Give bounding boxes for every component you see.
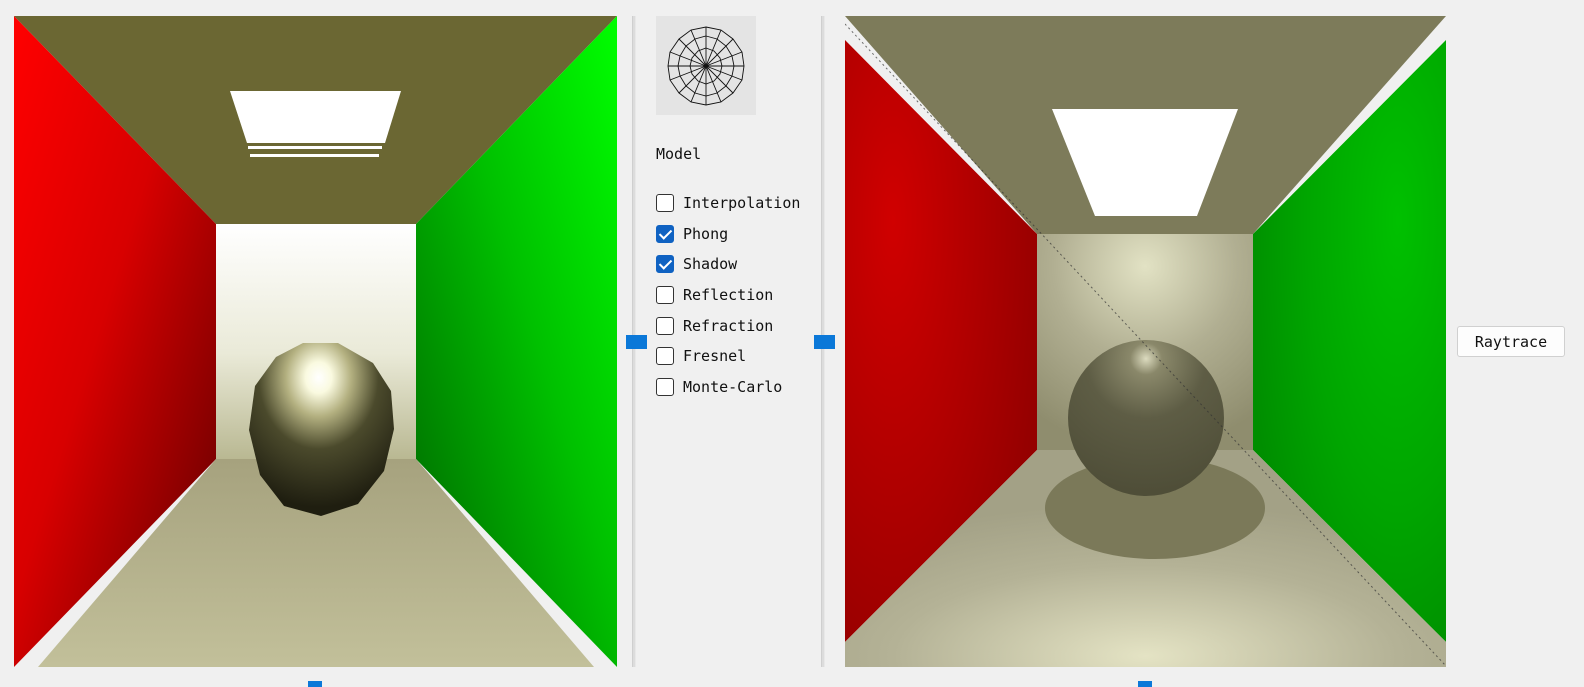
right-viewport-resize-handle[interactable] [1138,681,1152,687]
left-viewport-resize-handle[interactable] [308,681,322,687]
fresnel-checkbox[interactable] [656,347,674,365]
option-interpolation[interactable]: Interpolation [656,192,800,214]
option-fresnel[interactable]: Fresnel [656,345,746,367]
splitter-right-handle[interactable] [814,335,835,349]
refraction-checkbox[interactable] [656,317,674,335]
raytraced-scene [845,16,1446,667]
monte-carlo-checkbox[interactable] [656,378,674,396]
rasterized-viewport[interactable] [14,16,617,667]
sphere-wireframe-icon [667,26,745,106]
monte-carlo-label: Monte-Carlo [683,378,783,396]
option-reflection[interactable]: Reflection [656,284,773,306]
option-monte-carlo[interactable]: Monte-Carlo [656,376,782,398]
interpolation-checkbox[interactable] [656,194,674,212]
option-phong[interactable]: Phong [656,223,728,245]
raytrace-button[interactable]: Raytrace [1457,326,1565,357]
rasterized-scene [14,16,617,667]
splitter-left-handle[interactable] [626,335,647,349]
phong-checkbox[interactable] [656,225,674,243]
fresnel-label: Fresnel [683,347,747,365]
reflection-checkbox[interactable] [656,286,674,304]
option-shadow[interactable]: Shadow [656,253,737,275]
model-heading: Model [656,145,702,163]
phong-label: Phong [683,225,729,243]
refraction-label: Refraction [683,317,774,335]
interpolation-label: Interpolation [683,194,801,212]
shadow-label: Shadow [683,255,738,273]
model-preview[interactable] [656,16,756,115]
raytraced-viewport[interactable] [845,16,1446,667]
option-refraction[interactable]: Refraction [656,315,773,337]
shadow-checkbox[interactable] [656,255,674,273]
reflection-label: Reflection [683,286,774,304]
